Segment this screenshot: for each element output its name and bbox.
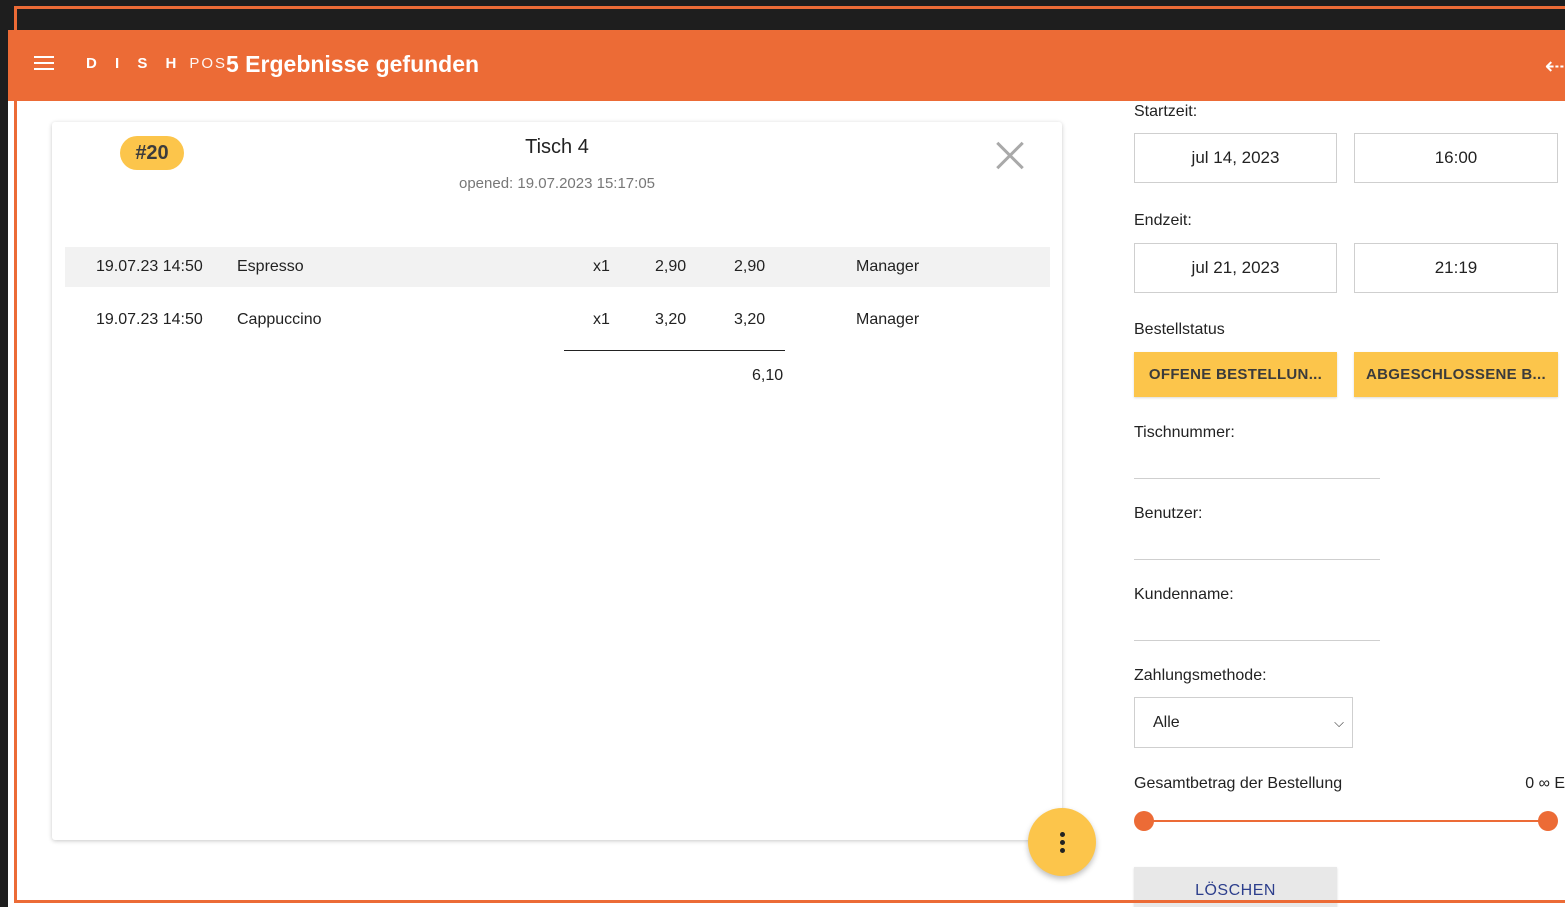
- item-user: Manager: [856, 258, 920, 275]
- item-time: 19.07.23 14:50: [96, 258, 203, 275]
- table-name: Tisch 4: [525, 136, 589, 158]
- page-title: 5 Ergebnisse gefunden: [226, 51, 480, 77]
- order-item-row[interactable]: 19.07.23 14:50 Cappuccino x1 3,20 3,20 M…: [65, 300, 1050, 340]
- start-date-field[interactable]: jul 14, 2023: [1134, 133, 1337, 183]
- item-total: 3,20: [734, 311, 766, 328]
- item-name: Espresso: [237, 258, 304, 275]
- app-window: D I S H POS 5 Ergebnisse gefunden ⇠ #20 T…: [8, 30, 1565, 907]
- opened-timestamp: opened: 19.07.2023 15:17:05: [458, 175, 656, 192]
- table-number-input[interactable]: [1134, 438, 1380, 479]
- order-status-label: Bestellstatus: [1134, 321, 1225, 338]
- order-total-range: 0 ∞ Eu: [1525, 775, 1565, 792]
- slider-min-handle[interactable]: [1134, 811, 1154, 831]
- user-input[interactable]: [1134, 519, 1380, 560]
- sum-divider: [564, 350, 785, 351]
- item-time: 19.07.23 14:50: [96, 311, 203, 328]
- filter-panel: Startzeit: jul 14, 2023 16:00 Endzeit: j…: [1134, 30, 1565, 907]
- more-vert-icon: [1059, 831, 1065, 837]
- item-quantity: x1: [593, 311, 610, 328]
- order-total-slider-track[interactable]: [1144, 820, 1547, 822]
- payment-method-value: Alle: [1153, 714, 1180, 731]
- item-price: 2,90: [655, 258, 687, 275]
- open-orders-toggle[interactable]: OFFENE BESTELLUN...: [1134, 352, 1337, 397]
- order-total-label: Gesamtbetrag der Bestellung: [1134, 775, 1343, 792]
- clear-filters-button[interactable]: LÖSCHEN: [1134, 867, 1337, 907]
- slider-max-handle[interactable]: [1538, 811, 1558, 831]
- item-quantity: x1: [593, 258, 610, 275]
- dish-pos-logo: D I S H POS: [86, 55, 228, 72]
- order-detail-card: #20 Tisch 4 opened: 19.07.2023 15:17:05 …: [52, 122, 1062, 840]
- start-time-label: Startzeit:: [1134, 103, 1198, 120]
- end-time-label: Endzeit:: [1134, 212, 1192, 229]
- order-sum: 6,10: [752, 367, 784, 384]
- closed-orders-toggle[interactable]: ABGESCHLOSSENE B...: [1354, 352, 1558, 397]
- customer-name-input[interactable]: [1134, 600, 1380, 641]
- item-name: Cappuccino: [237, 311, 322, 328]
- end-time-field[interactable]: 21:19: [1354, 243, 1558, 293]
- item-user: Manager: [856, 311, 920, 328]
- item-total: 2,90: [734, 258, 766, 275]
- payment-method-select[interactable]: Alle ⌵: [1134, 697, 1353, 748]
- more-options-button[interactable]: [1028, 808, 1096, 876]
- hamburger-menu-icon[interactable]: [34, 56, 54, 70]
- close-icon[interactable]: [992, 138, 1026, 172]
- end-date-field[interactable]: jul 21, 2023: [1134, 243, 1337, 293]
- item-price: 3,20: [655, 311, 687, 328]
- order-item-row[interactable]: 19.07.23 14:50 Espresso x1 2,90 2,90 Man…: [65, 247, 1050, 287]
- start-time-field[interactable]: 16:00: [1354, 133, 1558, 183]
- chevron-down-icon: ⌵: [1334, 715, 1344, 730]
- payment-method-label: Zahlungsmethode:: [1134, 667, 1267, 684]
